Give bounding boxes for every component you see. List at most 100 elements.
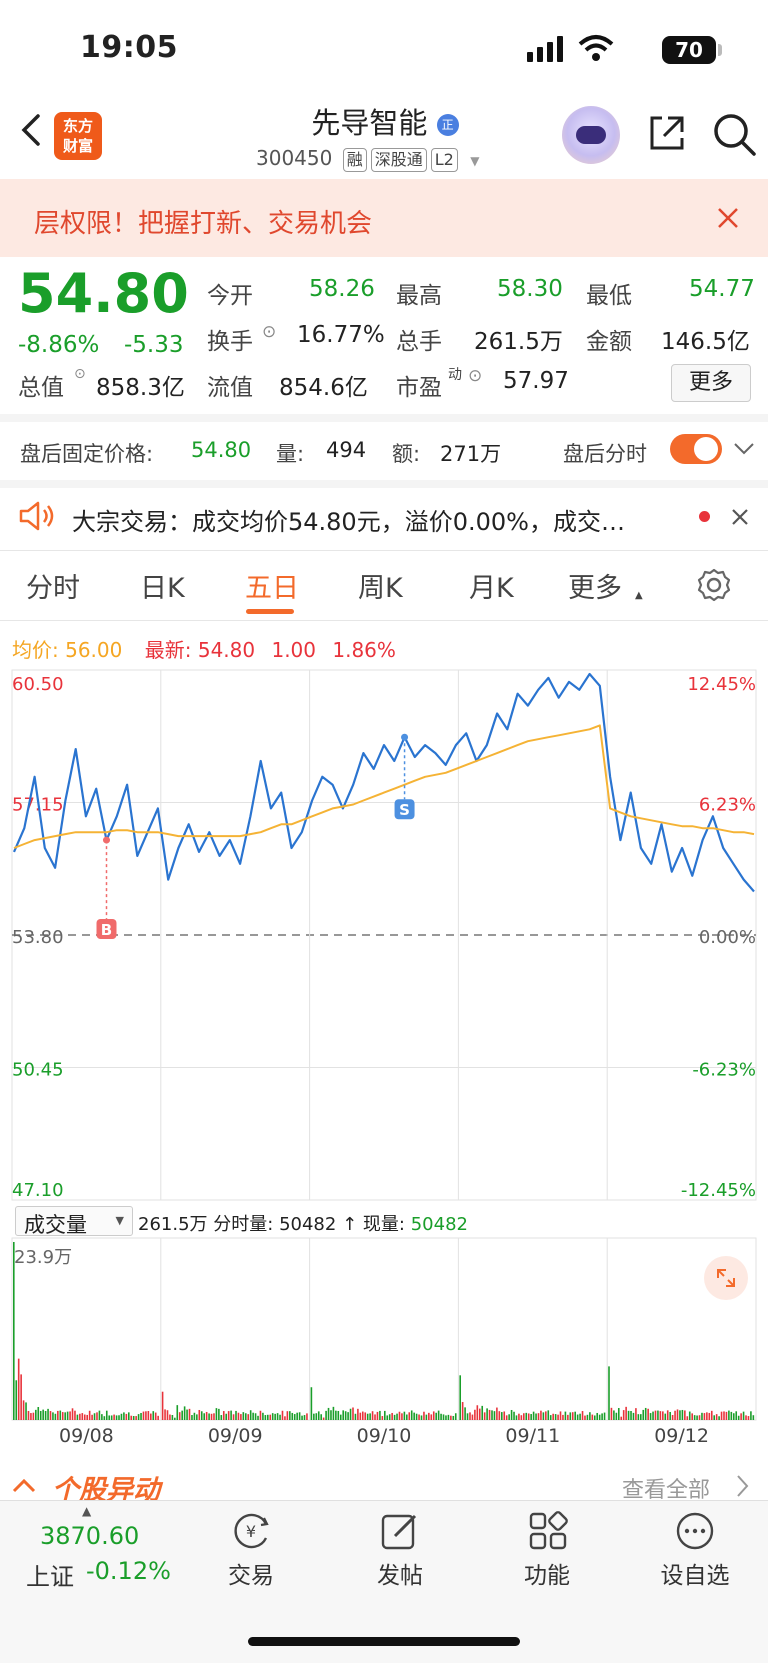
volume-bar — [369, 1413, 371, 1420]
close-icon[interactable] — [716, 206, 740, 230]
volume-bar — [208, 1413, 210, 1420]
volume-bar — [740, 1413, 742, 1420]
more-dots-icon[interactable] — [674, 1510, 716, 1552]
chevron-down-icon[interactable] — [733, 442, 755, 456]
volume-bar — [593, 1415, 596, 1420]
volume-bar — [132, 1416, 135, 1420]
index-value[interactable]: 3870.60 — [40, 1522, 139, 1550]
volume-bar — [486, 1408, 488, 1420]
volume-indicator-label: 成交量 — [24, 1213, 87, 1237]
volume-bar — [64, 1412, 66, 1420]
y-tick-right: 6.23% — [699, 795, 756, 816]
volume-bar — [230, 1410, 232, 1420]
volume-bar — [169, 1414, 171, 1420]
volume-bar — [425, 1414, 428, 1420]
tag-margin: 融 — [342, 148, 367, 172]
functions-grid-icon[interactable] — [527, 1510, 569, 1552]
volume-bar — [435, 1412, 437, 1420]
volume-bar — [279, 1414, 281, 1420]
volume-bar — [649, 1413, 652, 1420]
stock-code: 300450 — [256, 146, 333, 170]
volume-period-label: 分时量: — [213, 1214, 274, 1235]
stat-value-open: 58.26 — [309, 276, 375, 302]
nav-post[interactable]: 发帖 — [355, 1556, 445, 1590]
section-divider — [0, 414, 768, 422]
volume-bar — [354, 1413, 357, 1420]
info-icon[interactable]: ⊙ — [262, 322, 276, 342]
volume-bar — [154, 1412, 157, 1420]
share-icon[interactable] — [646, 112, 688, 154]
volume-bar — [249, 1410, 252, 1420]
y-tick-right: 12.45% — [687, 674, 756, 695]
volume-bar — [213, 1413, 215, 1420]
volume-bar — [52, 1412, 54, 1420]
dropdown-caret-icon[interactable]: ▼ — [470, 154, 479, 168]
volume-bar — [227, 1411, 230, 1420]
wifi-icon — [578, 35, 614, 61]
trade-icon[interactable]: ¥ — [230, 1510, 272, 1552]
close-icon[interactable] — [730, 507, 750, 527]
search-icon[interactable] — [712, 112, 758, 158]
volume-bar — [35, 1409, 37, 1420]
volume-bar — [610, 1407, 613, 1420]
volume-bar — [135, 1416, 137, 1420]
volume-bar — [374, 1414, 376, 1420]
more-stats-button[interactable]: 更多 — [671, 364, 751, 402]
volume-bar — [242, 1412, 245, 1420]
settings-gear-icon[interactable] — [697, 568, 731, 602]
volume-indicator-select[interactable]: 成交量 ▼ — [15, 1206, 133, 1237]
volume-bar — [105, 1410, 108, 1420]
volume-bar — [513, 1411, 515, 1420]
y-tick-left: 47.10 — [12, 1180, 64, 1201]
volume-bar — [176, 1405, 179, 1420]
tab-five-day[interactable]: 五日 — [245, 566, 299, 605]
tab-weekly-k[interactable]: 周K — [358, 566, 403, 605]
tab-monthly-k[interactable]: 月K — [469, 566, 514, 605]
nav-functions[interactable]: 功能 — [502, 1556, 592, 1590]
volume-bar — [398, 1411, 401, 1420]
volume-bar — [188, 1408, 191, 1420]
index-change[interactable]: -0.12% — [86, 1557, 171, 1585]
volume-bar — [474, 1409, 476, 1420]
x-tick-label: 09/09 — [208, 1425, 263, 1447]
volume-bar — [108, 1415, 111, 1420]
info-icon[interactable]: ⊙ — [74, 366, 86, 382]
volume-bar — [545, 1411, 547, 1420]
nav-trade[interactable]: 交易 — [206, 1556, 296, 1590]
back-icon[interactable] — [18, 112, 44, 148]
tab-daily-k[interactable]: 日K — [140, 566, 185, 605]
stat-label-turnover: 换手 — [207, 329, 253, 355]
stock-subtitle: 300450 融深股通 L2 ▼ — [256, 146, 479, 172]
expand-button[interactable] — [704, 1256, 748, 1300]
volume-bar — [71, 1408, 74, 1420]
chevron-up-icon[interactable] — [12, 1477, 36, 1493]
volume-bar — [174, 1417, 176, 1420]
volume-bar — [203, 1413, 205, 1420]
volume-bar — [696, 1415, 698, 1420]
toggle-knob — [694, 437, 718, 461]
index-name[interactable]: 上证 — [26, 1557, 74, 1592]
volume-bar — [617, 1408, 620, 1420]
nav-add-watchlist[interactable]: 设自选 — [648, 1556, 742, 1590]
info-icon[interactable]: ⊙ — [468, 366, 482, 386]
volume-bar — [393, 1414, 396, 1420]
tab-more[interactable]: 更多 — [568, 566, 622, 605]
volume-bar — [620, 1416, 623, 1420]
tab-intraday[interactable]: 分时 — [26, 566, 80, 605]
volume-bar — [413, 1412, 415, 1420]
volume-bar — [247, 1414, 250, 1420]
volume-bar — [386, 1415, 389, 1420]
volume-bar — [735, 1411, 738, 1420]
y-tick-right: -6.23% — [692, 1060, 756, 1081]
volume-bar — [693, 1415, 696, 1420]
volume-bar — [118, 1415, 120, 1420]
volume-bar — [713, 1415, 716, 1420]
post-edit-icon[interactable] — [379, 1510, 421, 1552]
volume-bar — [196, 1414, 198, 1420]
volume-bar — [708, 1412, 711, 1420]
volume-bar — [145, 1411, 147, 1420]
block-trade-text[interactable]: 大宗交易：成交均价54.80元，溢价0.00%，成交… — [72, 502, 672, 537]
five-day-chart[interactable]: 60.50 12.45%57.15 6.23%53.80 0.00%50.45 -6.2… — [0, 620, 768, 1460]
volume-bar — [481, 1405, 484, 1420]
volume-bar — [150, 1413, 152, 1420]
